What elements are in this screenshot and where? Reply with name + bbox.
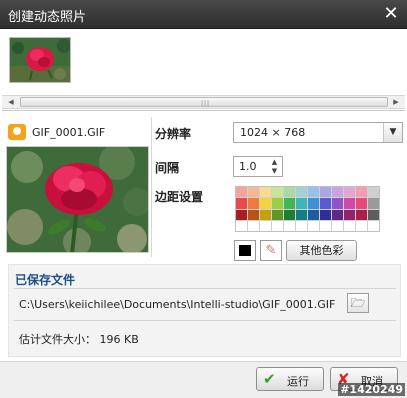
file-name: GIF_0001.GIF (32, 126, 106, 139)
color-swatch[interactable] (236, 198, 247, 209)
watermark: #1420249 (338, 383, 405, 396)
scrollbar-thumb[interactable]: ||| (20, 97, 388, 107)
color-swatch[interactable] (236, 187, 247, 198)
saved-file-path: C:\Users\keiichilee\Documents\Intelli-st… (19, 298, 336, 311)
other-colors-button[interactable]: 其他色彩 (286, 240, 357, 261)
thumbnail-gif-0001[interactable] (9, 37, 71, 83)
color-swatch[interactable] (332, 198, 343, 209)
interval-label: 间隔 (155, 161, 180, 175)
color-swatch[interactable] (368, 187, 379, 198)
color-palette[interactable] (235, 186, 380, 232)
color-swatch[interactable] (344, 198, 355, 209)
color-swatch[interactable] (248, 187, 259, 198)
color-swatch[interactable] (260, 187, 271, 198)
rose-preview-image (7, 147, 148, 252)
selected-color (239, 245, 251, 256)
color-swatch[interactable] (248, 209, 259, 220)
color-swatch[interactable] (368, 198, 379, 209)
preview-image (6, 146, 149, 253)
color-swatch[interactable] (356, 187, 367, 198)
color-swatch[interactable] (344, 187, 355, 198)
estimated-size-text: 估计文件大小： 196 KB (19, 333, 139, 346)
saved-file-title: 已保存文件 (15, 273, 76, 287)
color-swatch[interactable] (308, 220, 319, 231)
color-swatch[interactable] (248, 198, 259, 209)
current-color-swatch[interactable] (234, 240, 256, 261)
color-swatch[interactable] (296, 220, 307, 231)
interval-value: 1.0 (239, 160, 257, 173)
color-swatch[interactable] (284, 209, 295, 220)
color-swatch[interactable] (296, 187, 307, 198)
color-swatch[interactable] (236, 220, 247, 231)
color-swatch[interactable] (332, 220, 343, 231)
color-swatch[interactable] (296, 198, 307, 209)
divider (14, 288, 396, 289)
vertical-divider (151, 117, 152, 257)
close-icon[interactable]: ✕ (381, 4, 401, 24)
saved-file-section: 已保存文件 C:\Users\keiichilee\Documents\Inte… (8, 264, 401, 357)
settings-panel: GIF_0001.GIF 分辨率 1024 × 768 ▼ 间隔 1.0 ▲ ▼… (2, 111, 405, 361)
color-swatch[interactable] (332, 187, 343, 198)
color-swatch[interactable] (272, 209, 283, 220)
color-swatch[interactable] (308, 198, 319, 209)
color-swatch[interactable] (356, 220, 367, 231)
interval-spinner[interactable]: 1.0 ▲ ▼ (233, 156, 283, 177)
resolution-value: 1024 × 768 (240, 126, 306, 139)
spin-down-icon[interactable]: ▼ (268, 167, 281, 176)
check-icon: ✔ (263, 370, 276, 388)
color-swatch[interactable] (320, 209, 331, 220)
color-swatch[interactable] (308, 187, 319, 198)
spin-up-icon[interactable]: ▲ (268, 158, 281, 167)
color-swatch[interactable] (272, 198, 283, 209)
scroll-left-icon[interactable]: ◀ (4, 96, 18, 108)
color-swatch[interactable] (308, 209, 319, 220)
run-button[interactable]: ✔ 运行 (256, 367, 324, 391)
color-swatch[interactable] (320, 220, 331, 231)
color-swatch[interactable] (260, 209, 271, 220)
color-swatch[interactable] (284, 187, 295, 198)
chevron-down-icon[interactable]: ▼ (383, 123, 402, 142)
color-swatch[interactable] (356, 209, 367, 220)
color-swatch[interactable] (344, 209, 355, 220)
color-swatch[interactable] (320, 187, 331, 198)
color-swatch[interactable] (272, 220, 283, 231)
color-swatch[interactable] (272, 187, 283, 198)
color-swatch[interactable] (260, 220, 271, 231)
color-swatch[interactable] (368, 220, 379, 231)
folder-open-icon: 🗁 (350, 296, 366, 310)
color-swatch[interactable] (284, 220, 295, 231)
border-settings-label: 边距设置 (155, 190, 204, 204)
window-title: 创建动态照片 (8, 10, 87, 25)
eyedropper-icon: ✎ (265, 243, 277, 258)
color-swatch[interactable] (236, 209, 247, 220)
resolution-label: 分辨率 (155, 127, 192, 141)
color-swatch[interactable] (284, 198, 295, 209)
color-swatch[interactable] (344, 220, 355, 231)
thumbnail-scrollbar[interactable]: ◀ ||| ▶ (2, 95, 405, 109)
rose-thumbnail-image (10, 38, 70, 82)
resolution-select[interactable]: 1024 × 768 ▼ (233, 122, 403, 143)
browse-folder-button[interactable]: 🗁 (347, 293, 369, 313)
scroll-right-icon[interactable]: ▶ (389, 96, 403, 108)
photo-icon (8, 124, 26, 140)
color-swatch[interactable] (248, 220, 259, 231)
color-swatch[interactable] (368, 209, 379, 220)
title-bar: 创建动态照片 ✕ (0, 0, 407, 29)
color-swatch[interactable] (320, 198, 331, 209)
color-swatch[interactable] (332, 209, 343, 220)
run-button-label: 运行 (287, 375, 309, 388)
color-swatch[interactable] (296, 209, 307, 220)
divider (14, 320, 396, 321)
eyedropper-button[interactable]: ✎ (260, 240, 282, 261)
color-swatch[interactable] (356, 198, 367, 209)
color-swatch[interactable] (260, 198, 271, 209)
